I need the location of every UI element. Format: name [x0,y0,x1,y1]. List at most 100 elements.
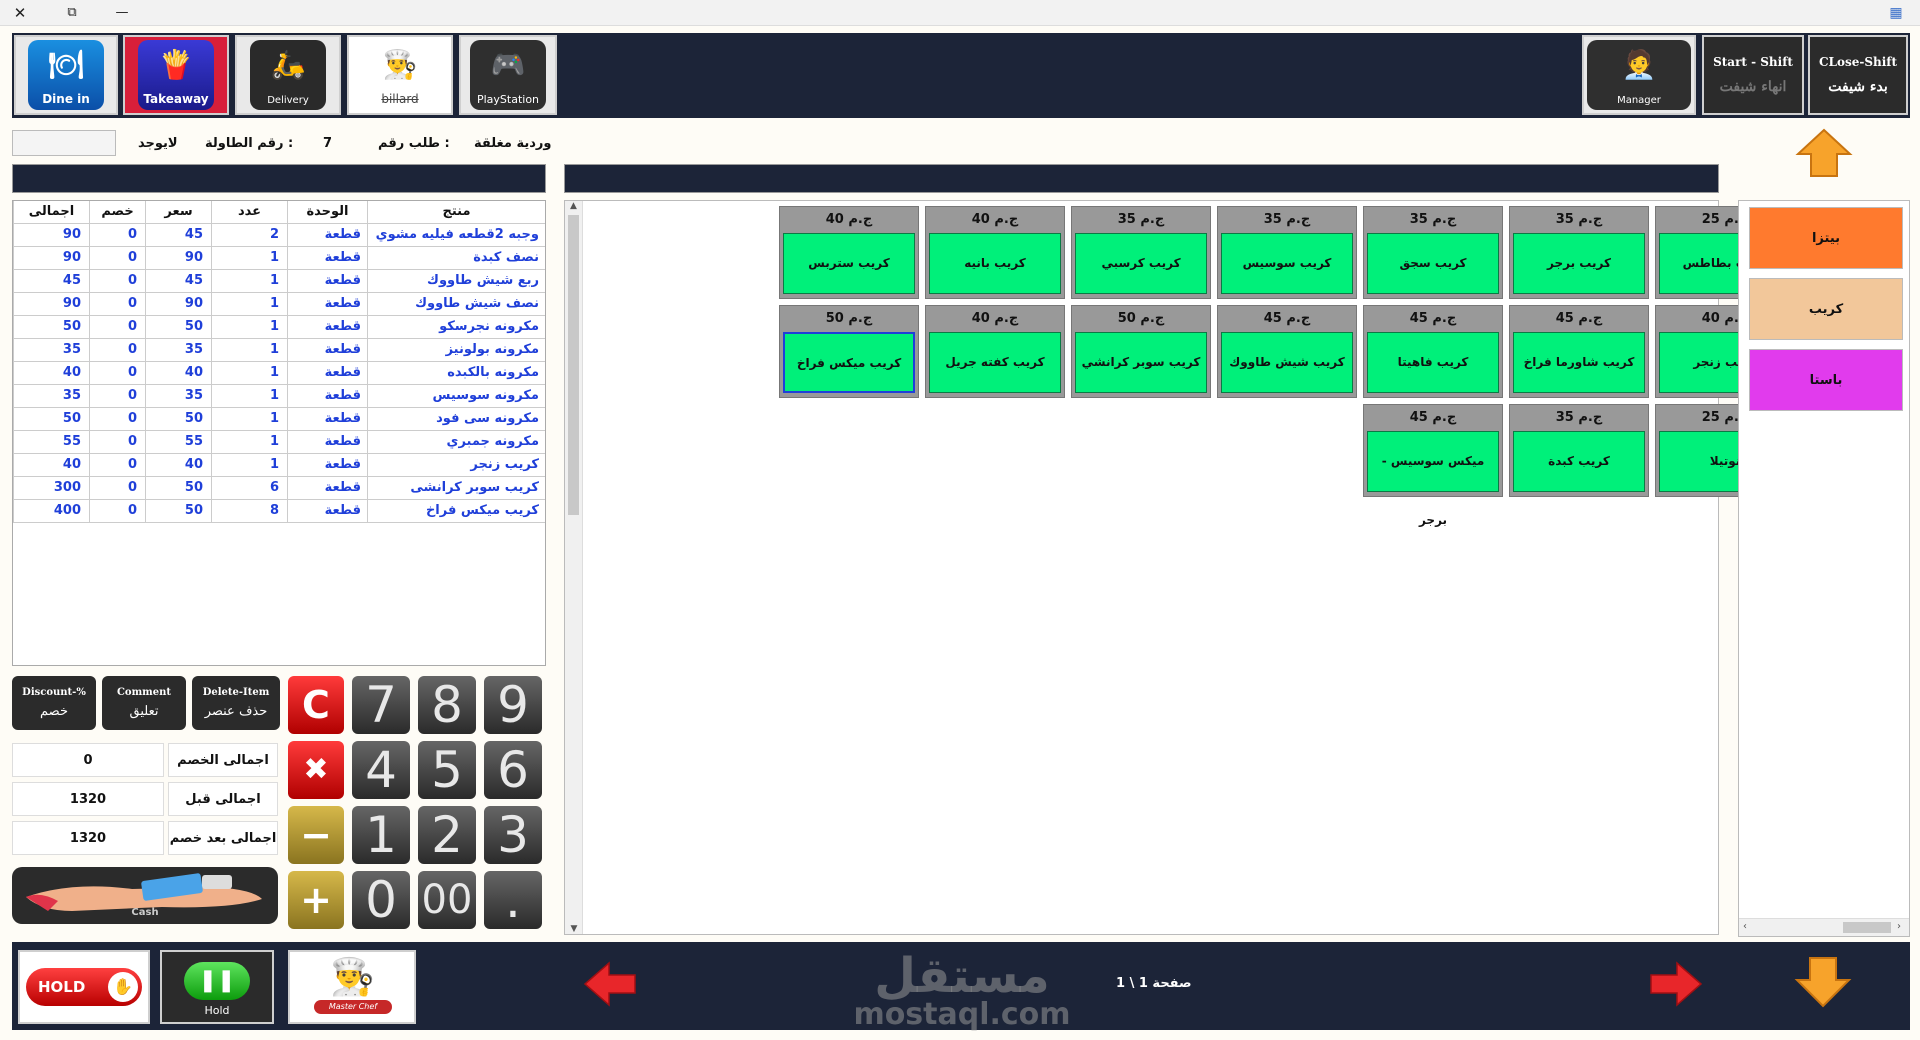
key-dot[interactable]: . [484,871,542,929]
previous-page-arrow-icon[interactable] [583,961,637,1007]
scroll-left-icon[interactable]: ‹ [1743,921,1747,932]
comment-button[interactable]: Comment تعليق [102,676,186,730]
close-window-icon[interactable]: ✕ [8,2,32,24]
product-tile[interactable]: 50 ج.م كريب سوبر كرانشي [1071,305,1211,398]
order-row[interactable]: 50 0 50 1 قطعة مكرونه سى فود [13,408,545,431]
order-cell-total: 90 [13,247,89,269]
fast-food-icon: 🍟 [158,48,194,81]
key-5[interactable]: 5 [418,741,476,799]
order-type-toolbar: 🍽 Dine in 🍟 Takeaway 🛵 Delivery 👨‍🍳 bill… [12,33,1910,118]
product-tile[interactable]: 40 ج.م كريب بانيه [925,206,1065,299]
clear-key[interactable]: C [288,676,344,734]
delete-label-en: Delete-Item [202,687,270,698]
start-shift-button[interactable]: Start - Shift انهاء شيفت [1702,35,1804,115]
close-shift-button[interactable]: CLose-Shift بدء شيفت [1808,35,1908,115]
product-tile[interactable]: 45 ج.م كريب فاهيتا [1363,305,1503,398]
delivery-button[interactable]: 🛵 Delivery [235,35,341,115]
watermark: مستقل mostaql.com [842,952,1082,1030]
key-2[interactable]: 2 [418,806,476,864]
window-titlebar: ✕ ⧉ — ▦ [0,0,1920,26]
cash-button[interactable]: Cash [12,867,278,924]
product-tile[interactable]: 35 ج.م كريب سوسيس [1217,206,1357,299]
product-tile[interactable]: 45 ج.م كريب شيش طاووك [1217,305,1357,398]
key-7[interactable]: 7 [352,676,410,734]
key-4[interactable]: 4 [352,741,410,799]
order-row[interactable]: 50 0 50 1 قطعة مكرونه نجرسكو [13,316,545,339]
order-row[interactable]: 40 0 40 1 قطعة كريب زنجر [13,454,545,477]
key-00[interactable]: 00 [418,871,476,929]
hold-green-button[interactable]: ❚❚ Hold [160,950,274,1024]
hold-red-label: HOLD [38,978,86,996]
products-scrollbar[interactable]: ▲ ▼ [565,201,583,934]
search-box[interactable] [12,130,116,156]
product-name: كريب سجق [1367,233,1499,294]
order-row[interactable]: 300 0 50 6 قطعة كريب سوبر كرانشى [13,477,545,500]
scroll-right-icon[interactable]: › [1897,921,1901,932]
order-row[interactable]: 40 0 40 1 قطعة مكرونه بالكبده [13,362,545,385]
manager-button[interactable]: 🧑‍💼 Manager [1582,35,1696,115]
start-shift-label-en: Start - Shift [1713,55,1793,69]
key-1[interactable]: 1 [352,806,410,864]
order-row[interactable]: 35 0 35 1 قطعة مكرونه سوسيس [13,385,545,408]
product-tile[interactable]: 35 ج.م كريب كرسبي [1071,206,1211,299]
product-price: 35 ج.م [1555,410,1603,425]
product-price: 40 ج.م [825,212,873,227]
products-panel: ▲ ▼ 25 ج.م كريب بطاطس 35 ج.م كريب برجر 35 ج.… [564,200,1795,935]
dine-in-button[interactable]: 🍽 Dine in [14,35,118,115]
hscroll-thumb[interactable] [1843,922,1891,933]
header-price: سعر [145,201,211,223]
order-cell-discount: 0 [89,362,145,384]
key-8[interactable]: 8 [418,676,476,734]
hold-red-button[interactable]: HOLD ✋ [18,950,150,1024]
minus-key[interactable]: − [288,806,344,864]
scroll-down-icon[interactable]: ▼ [565,924,583,934]
order-cell-total: 90 [13,224,89,246]
product-tile[interactable]: 50 ج.م كريب ميكس فراخ [779,305,919,398]
up-arrow-icon[interactable] [1795,128,1853,178]
keyboard-icon[interactable]: ▦ [1884,2,1908,24]
key-3[interactable]: 3 [484,806,542,864]
playstation-button[interactable]: 🎮 PlayStation [459,35,557,115]
next-page-arrow-icon[interactable] [1649,961,1703,1007]
categories-hscrollbar[interactable]: ‹ › [1739,918,1909,936]
key-6[interactable]: 6 [484,741,542,799]
restore-window-icon[interactable]: ⧉ [60,2,84,24]
header-product: منتج [367,201,545,223]
order-row[interactable]: 35 0 35 1 قطعة مكرونه بولونيز [13,339,545,362]
scroll-up-icon[interactable]: ▲ [565,201,582,211]
product-tile[interactable]: 40 ج.م كريب كفته جريل [925,305,1065,398]
order-cell-name: ربع شيش طاووك [367,270,545,292]
scroll-thumb[interactable] [568,215,579,515]
table-value: لايوجد [138,136,178,151]
minimize-window-icon[interactable]: — [110,2,134,24]
delete-item-button[interactable]: Delete-Item حذف عنصر [192,676,280,730]
category-button[interactable]: كريب [1749,278,1903,340]
key-0[interactable]: 0 [352,871,410,929]
product-tile[interactable]: 35 ج.م كريب برجر [1509,206,1649,299]
delivery-label: Delivery [267,95,309,106]
plus-key[interactable]: + [288,871,344,929]
category-button[interactable]: بيتزا [1749,207,1903,269]
order-row[interactable]: 400 0 50 8 قطعة كريب ميكس فراخ [13,500,545,523]
product-tile[interactable]: 40 ج.م كريب ستربس [779,206,919,299]
order-row[interactable]: 90 0 90 1 قطعة نصف شيش طاووك [13,293,545,316]
product-tile[interactable]: 45 ج.م كريب شاورما فراخ [1509,305,1649,398]
product-tile[interactable]: 45 ج.م ميكس سوسيس - برجر [1363,404,1503,527]
product-tile[interactable]: 35 ج.م كريب سجق [1363,206,1503,299]
order-cell-total: 50 [13,408,89,430]
order-row[interactable]: 90 0 45 2 قطعة وجبه 2قطعه فيليه مشوي [13,224,545,247]
down-arrow-icon[interactable] [1794,956,1852,1008]
product-tile[interactable]: 35 ج.م كريب كبدة [1509,404,1649,497]
key-9[interactable]: 9 [484,676,542,734]
delete-label-ar: حذف عنصر [204,704,268,719]
discount-button[interactable]: Discount-% خصم [12,676,96,730]
order-row[interactable]: 45 0 45 1 قطعة ربع شيش طاووك [13,270,545,293]
order-row[interactable]: 55 0 55 1 قطعة مكرونه جمبري [13,431,545,454]
master-chef-logo[interactable]: 👨‍🍳 Master Chef [288,950,416,1024]
takeaway-button[interactable]: 🍟 Takeaway [123,35,229,115]
cancel-key[interactable]: ✖ [288,741,344,799]
order-row[interactable]: 90 0 90 1 قطعة نصف كبدة [13,247,545,270]
billiard-button[interactable]: 👨‍🍳 billard [347,35,453,115]
category-button[interactable]: باستا [1749,349,1903,411]
product-price: 35 ج.م [1117,212,1165,227]
